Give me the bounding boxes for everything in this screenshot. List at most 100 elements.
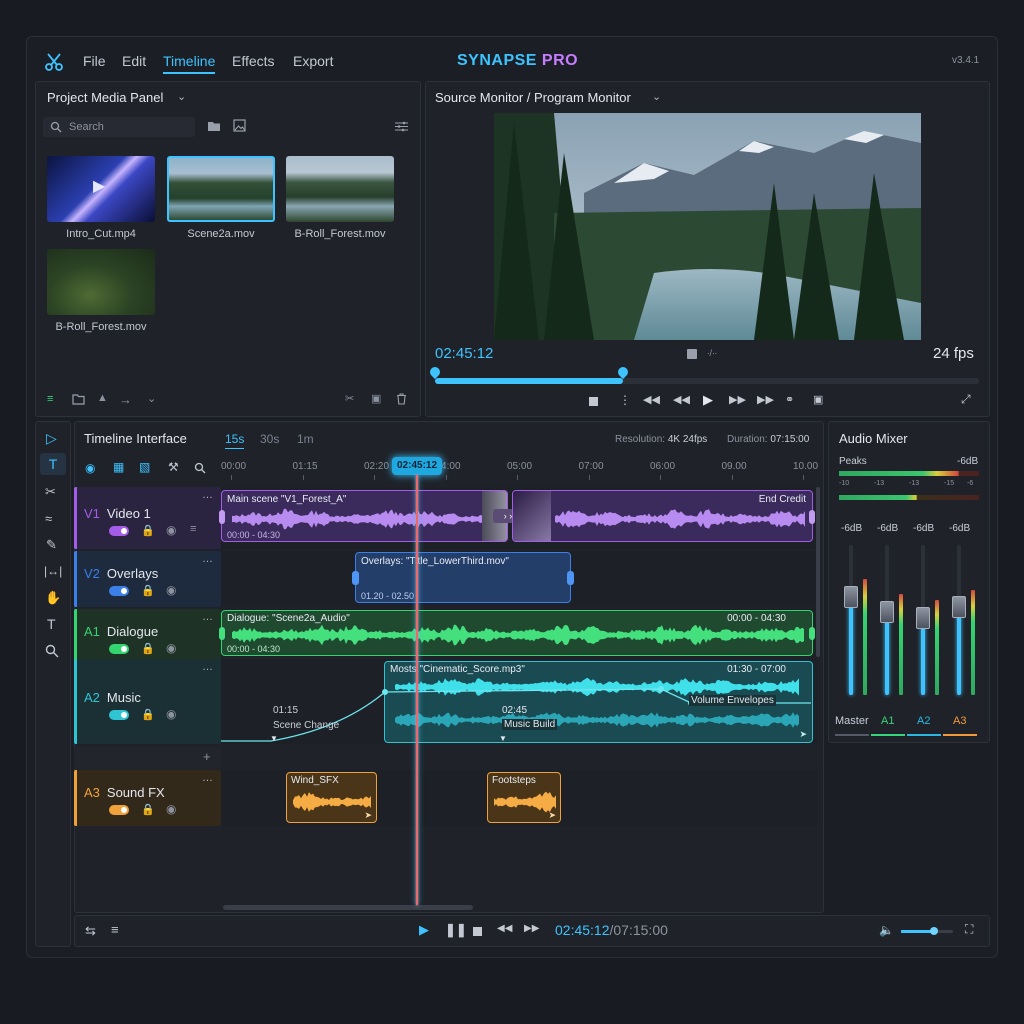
clip-a3-wind[interactable]: Wind_SFX ➤: [286, 772, 377, 823]
timeline-ruler[interactable]: 00:00 01:15 02:20 04:00 05:00 07:00 06:00 09.00…: [221, 457, 821, 481]
channel-fader-knob[interactable]: [952, 596, 966, 618]
lock-icon[interactable]: 🔒: [141, 642, 155, 655]
track-enable-toggle[interactable]: [109, 526, 129, 536]
track-enable-toggle[interactable]: [109, 805, 129, 815]
lock-icon[interactable]: 🔒: [141, 584, 155, 597]
ripple-tool-icon[interactable]: ≈: [45, 511, 52, 526]
menu-icon[interactable]: ≡: [111, 922, 119, 937]
clip-v2-overlay[interactable]: Overlays: "Title_LowerThird.mov" 01.20 -…: [355, 552, 571, 603]
clip-handle-left[interactable]: [352, 571, 359, 585]
track-options-icon[interactable]: …: [202, 611, 213, 623]
scissors-logo-icon[interactable]: [43, 51, 65, 73]
clip-handle-left[interactable]: [219, 627, 225, 640]
zoom-1m[interactable]: 1m: [297, 432, 314, 446]
rewind-icon[interactable]: ◀◀: [497, 923, 512, 934]
track-options-icon[interactable]: …: [202, 661, 213, 673]
zoom-tool-icon[interactable]: [45, 644, 59, 658]
clip-v1-end-credit[interactable]: End Credit: [512, 490, 813, 542]
volume-slider-knob[interactable]: [930, 927, 938, 935]
lock-icon[interactable]: 🔒: [141, 803, 155, 816]
text-cursor-tool-icon[interactable]: T: [40, 453, 66, 475]
play-icon[interactable]: ▶: [703, 392, 713, 408]
visibility-eye-icon[interactable]: ◉: [166, 707, 176, 721]
lock-icon[interactable]: 🔒: [141, 708, 155, 721]
trash-icon[interactable]: [396, 393, 407, 405]
visibility-eye-icon[interactable]: ◉: [166, 583, 176, 597]
speaker-icon[interactable]: 🔈: [879, 923, 894, 937]
filter-settings-icon[interactable]: [395, 121, 408, 132]
chevron-down-icon[interactable]: ⌄: [652, 90, 661, 103]
zoom-30s[interactable]: 30s: [260, 432, 279, 446]
clipboard-icon[interactable]: ▣: [371, 392, 381, 405]
eye-icon[interactable]: ◉: [85, 461, 95, 475]
zoom-15s[interactable]: 15s: [225, 432, 245, 449]
import-icon[interactable]: ▲: [97, 392, 108, 404]
pen-tool-icon[interactable]: ✎: [46, 537, 57, 553]
overlay-icon[interactable]: ▣: [813, 393, 823, 406]
go-to-end-icon[interactable]: ▶▶: [757, 393, 774, 406]
playhead-timecode-badge[interactable]: 02:45:12: [392, 457, 442, 475]
chevron-down-icon[interactable]: ⌄: [147, 392, 156, 405]
type-tool-icon[interactable]: T: [47, 616, 56, 632]
menu-effects[interactable]: Effects: [232, 53, 275, 69]
media-thumb-broll-2[interactable]: [47, 249, 155, 315]
menu-file[interactable]: File: [83, 53, 106, 69]
loop-icon[interactable]: ⇆: [85, 923, 96, 939]
expand-icon[interactable]: ⛶: [965, 922, 973, 937]
clip-handle-right[interactable]: [567, 571, 574, 585]
hand-tool-icon[interactable]: ✋: [45, 590, 61, 606]
lock-icon[interactable]: 🔒: [141, 524, 155, 537]
rewind-icon[interactable]: ◀◀: [673, 393, 690, 406]
clip-a3-footsteps[interactable]: Footsteps ➤: [487, 772, 561, 823]
program-monitor-video[interactable]: [494, 113, 921, 340]
channel-fader-knob[interactable]: [844, 586, 858, 608]
menu-edit[interactable]: Edit: [122, 53, 146, 69]
track-options-icon[interactable]: …: [202, 489, 213, 501]
visibility-eye-icon[interactable]: ◉: [166, 523, 176, 537]
timeline-horizontal-scrollbar[interactable]: [223, 905, 473, 910]
media-thumb-intro[interactable]: ▶: [47, 156, 155, 222]
menu-timeline[interactable]: Timeline: [163, 53, 216, 74]
slip-tool-icon[interactable]: |↔|: [44, 564, 62, 578]
clip-handle-right[interactable]: [809, 627, 815, 640]
wrench-icon[interactable]: ⚒: [168, 460, 179, 474]
search-icon[interactable]: [194, 462, 206, 474]
track-enable-toggle[interactable]: [109, 586, 129, 596]
media-thumb-broll[interactable]: [286, 156, 394, 222]
timeline-vertical-scrollbar[interactable]: [816, 487, 820, 657]
list-view-icon[interactable]: ≡: [47, 393, 53, 405]
channel-fader-knob[interactable]: [880, 601, 894, 623]
stop-icon[interactable]: [473, 927, 482, 936]
marker-triangle-icon[interactable]: ▼: [499, 734, 507, 743]
media-thumb-scene2a[interactable]: [167, 156, 275, 222]
search-input[interactable]: Search: [43, 117, 195, 137]
play-icon[interactable]: ▶: [419, 922, 429, 938]
track-options-icon[interactable]: …: [202, 553, 213, 565]
select-tool-icon[interactable]: ▷: [46, 430, 57, 447]
razor-tool-icon[interactable]: ✂: [45, 484, 56, 500]
visibility-eye-icon[interactable]: ◉: [166, 641, 176, 655]
channel-fader-knob[interactable]: [916, 607, 930, 629]
track-enable-toggle[interactable]: [109, 644, 129, 654]
add-track-icon[interactable]: +: [203, 749, 211, 764]
pause-icon[interactable]: ❚❚: [445, 922, 467, 938]
arrow-right-icon[interactable]: →: [119, 392, 132, 407]
track-enable-toggle[interactable]: [109, 710, 129, 720]
fast-forward-icon[interactable]: ▶▶: [729, 393, 746, 406]
stop-square-icon[interactable]: [687, 349, 697, 359]
menu-export[interactable]: Export: [293, 53, 333, 69]
go-to-start-icon[interactable]: ◀◀: [643, 393, 660, 406]
snap-icon[interactable]: ▧: [139, 460, 150, 474]
timeline-playhead[interactable]: [416, 475, 418, 905]
chevron-down-icon[interactable]: ⌄: [177, 90, 186, 103]
marker-triangle-icon[interactable]: ▼: [270, 734, 278, 743]
clip-v1-main[interactable]: Main scene "V1_Forest_A" 00:00 - 04:30: [221, 490, 508, 542]
scissors-icon[interactable]: ✂: [345, 392, 354, 405]
fast-forward-icon[interactable]: ▶▶: [524, 923, 539, 934]
track-list-icon[interactable]: ≡: [190, 523, 196, 535]
mark-icon[interactable]: ⋮: [619, 393, 631, 407]
monitor-scrubber[interactable]: [435, 378, 979, 384]
volume-slider[interactable]: [901, 927, 953, 935]
folder-icon[interactable]: [207, 120, 221, 132]
track-options-icon[interactable]: …: [202, 772, 213, 784]
